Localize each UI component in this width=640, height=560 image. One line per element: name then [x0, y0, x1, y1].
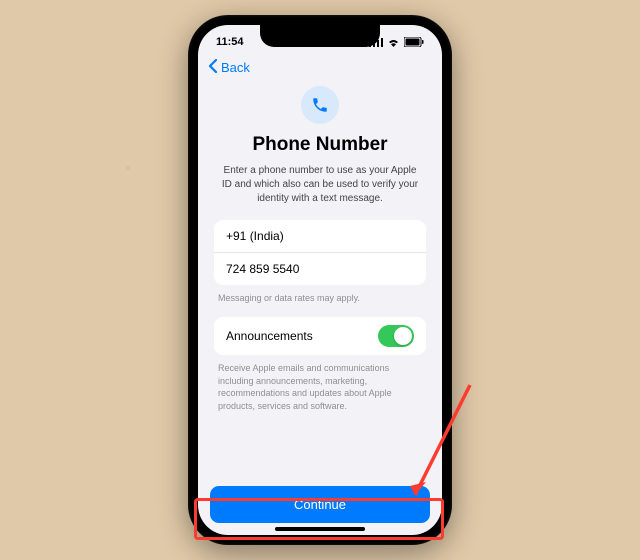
wifi-icon: [387, 38, 400, 47]
phone-screen: 11:54 Back: [198, 25, 442, 535]
phone-field-group: +91 (India) 724 859 5540: [214, 220, 426, 285]
continue-button[interactable]: Continue: [210, 486, 430, 523]
home-indicator[interactable]: [275, 527, 365, 531]
back-button[interactable]: Back: [208, 59, 250, 76]
back-label: Back: [221, 60, 250, 75]
notch: [260, 25, 380, 47]
page-title: Phone Number: [214, 134, 426, 156]
announcements-description: Receive Apple emails and communications …: [214, 360, 426, 414]
battery-icon: [404, 37, 424, 47]
page-subtitle: Enter a phone number to use as your Appl…: [214, 164, 426, 220]
toggle-knob: [394, 327, 412, 345]
phone-device-frame: 11:54 Back: [188, 15, 452, 545]
country-code-field[interactable]: +91 (India): [214, 220, 426, 253]
rates-hint: Messaging or data rates may apply.: [214, 290, 426, 317]
status-time: 11:54: [216, 36, 244, 48]
phone-icon: [301, 86, 339, 124]
announcements-row: Announcements: [214, 317, 426, 355]
phone-number-field[interactable]: 724 859 5540: [214, 253, 426, 285]
announcements-toggle[interactable]: [378, 325, 414, 347]
announcements-label: Announcements: [226, 329, 313, 343]
nav-bar: Back: [198, 55, 442, 84]
chevron-left-icon: [208, 59, 218, 76]
